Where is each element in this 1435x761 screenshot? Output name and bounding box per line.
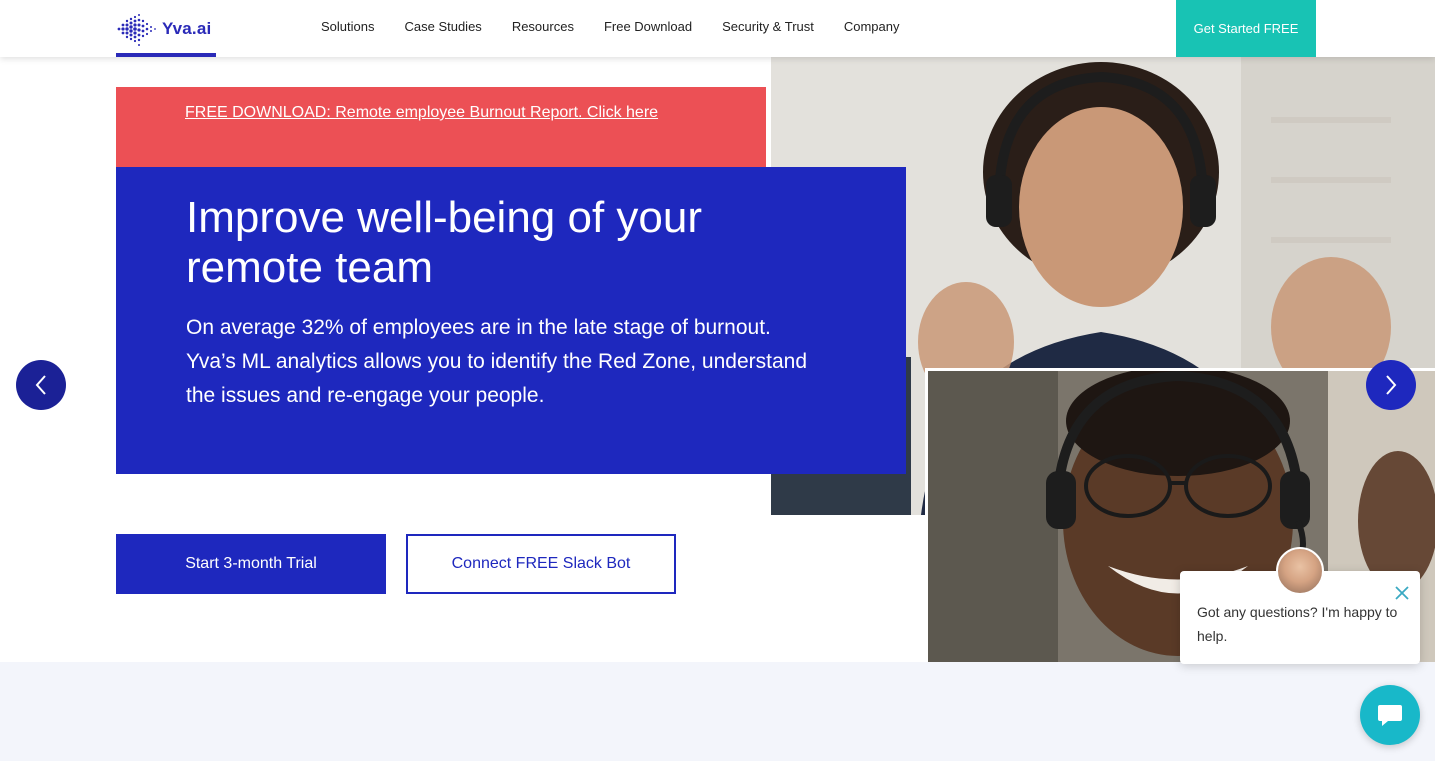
hero-subtitle: On average 32% of employees are in the l… xyxy=(186,316,808,407)
logo[interactable]: Yva.ai xyxy=(116,0,216,57)
chevron-left-icon xyxy=(35,375,46,395)
nav-item-company[interactable]: Company xyxy=(844,19,900,34)
carousel-prev-button[interactable] xyxy=(16,360,66,410)
chat-popup[interactable]: Got any questions? I'm happy to help. xyxy=(1180,547,1420,664)
promo-banner: FREE DOWNLOAD: Remote employee Burnout R… xyxy=(116,87,766,169)
get-started-button[interactable]: Get Started FREE xyxy=(1176,0,1316,57)
chat-icon xyxy=(1378,705,1402,726)
active-indicator xyxy=(116,53,216,57)
yva-dots-logo-icon xyxy=(117,13,156,46)
chevron-right-icon xyxy=(1386,375,1397,395)
hero-panel: Improve well-being of your remote team O… xyxy=(116,167,906,474)
lower-section xyxy=(0,662,1435,761)
carousel-next-button[interactable] xyxy=(1366,360,1416,410)
connect-slack-bot-button[interactable]: Connect FREE Slack Bot xyxy=(406,534,676,594)
chat-agent-avatar xyxy=(1276,547,1324,595)
nav-item-resources[interactable]: Resources xyxy=(512,19,574,34)
logo-text: Yva.ai xyxy=(162,18,212,38)
chat-message: Got any questions? I'm happy to help. xyxy=(1197,604,1398,644)
chat-launcher-button[interactable] xyxy=(1360,685,1420,745)
nav-item-security-trust[interactable]: Security & Trust xyxy=(722,19,814,34)
site-header: Yva.ai Solutions Case Studies Resources … xyxy=(0,0,1435,57)
main-nav: Solutions Case Studies Resources Free Do… xyxy=(321,0,930,52)
start-trial-button[interactable]: Start 3-month Trial xyxy=(116,534,386,594)
nav-item-solutions[interactable]: Solutions xyxy=(321,19,374,34)
nav-item-free-download[interactable]: Free Download xyxy=(604,19,692,34)
burnout-report-link[interactable]: FREE DOWNLOAD: Remote employee Burnout R… xyxy=(185,104,658,122)
nav-item-case-studies[interactable]: Case Studies xyxy=(404,19,481,34)
hero-title: Improve well-being of your remote team xyxy=(186,193,703,292)
